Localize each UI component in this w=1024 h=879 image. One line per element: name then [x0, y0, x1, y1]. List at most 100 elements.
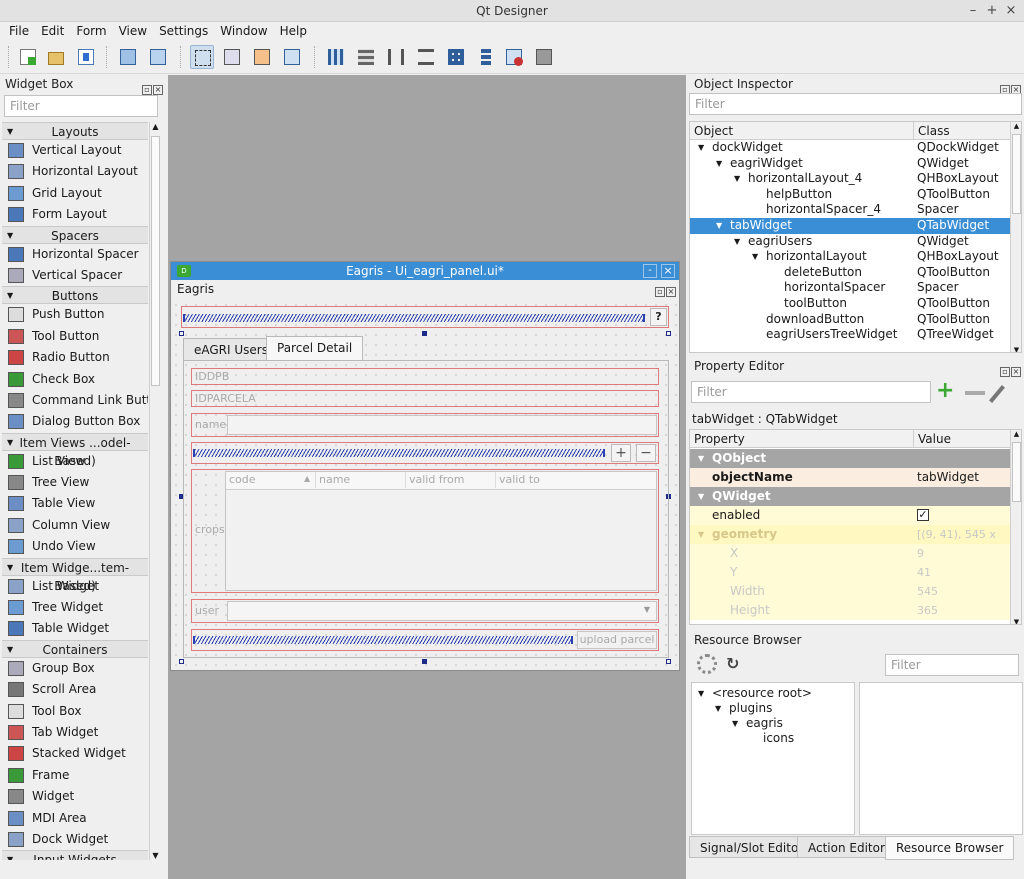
- lay-out-vertical-splitter-icon[interactable]: [414, 45, 438, 69]
- property-row-width[interactable]: Width 545: [690, 582, 1010, 601]
- widget-item-tab-widget[interactable]: Tab Widget: [2, 722, 148, 743]
- widget-item-tree-widget[interactable]: Tree Widget: [2, 597, 148, 618]
- widget-item-horizontal-spacer[interactable]: Horizontal Spacer: [2, 244, 148, 265]
- widget-box-filter[interactable]: Filter: [4, 95, 158, 117]
- reload-icon[interactable]: ↻: [726, 654, 739, 673]
- plus-button[interactable]: +: [611, 444, 631, 462]
- object-tree-scrollbar[interactable]: ▲ ▼: [1010, 122, 1021, 352]
- col-class[interactable]: Class: [914, 122, 1011, 140]
- col-name[interactable]: name: [316, 472, 406, 488]
- category-spacers[interactable]: ▼ Spacers: [2, 225, 148, 244]
- widget-item-column-view[interactable]: Column View: [2, 515, 148, 536]
- scroll-down-icon[interactable]: ▼: [150, 851, 161, 860]
- property-value[interactable]: 365: [917, 601, 938, 620]
- expand-arrow-icon[interactable]: ▼: [716, 156, 722, 172]
- expand-arrow-icon[interactable]: ▼: [698, 525, 704, 544]
- resource-node-plugins[interactable]: ▼ plugins: [692, 701, 852, 716]
- tree-row-dockwidget[interactable]: ▼ dockWidget QDockWidget: [690, 140, 1010, 156]
- tab-signal-slot-editor[interactable]: Signal/Slot Editor: [689, 836, 815, 858]
- property-row-objectname[interactable]: objectName tabWidget: [690, 468, 1010, 487]
- scroll-up-icon[interactable]: ▲: [150, 122, 161, 134]
- edit-signals-slots-icon[interactable]: [220, 45, 244, 69]
- break-layout-icon[interactable]: [502, 45, 526, 69]
- save-form-icon[interactable]: [74, 45, 98, 69]
- widget-item-undo-view[interactable]: Undo View: [2, 536, 148, 557]
- widget-item-push-button[interactable]: Push Button: [2, 304, 148, 325]
- widget-item-tool-button[interactable]: Tool Button: [2, 326, 148, 347]
- lay-out-horizontally-icon[interactable]: [324, 45, 348, 69]
- widget-item-group-box[interactable]: Group Box: [2, 658, 148, 679]
- category-input-widgets[interactable]: ▼ Input Widgets: [2, 850, 148, 860]
- close-icon[interactable]: ×: [153, 85, 163, 95]
- expand-arrow-icon[interactable]: ▼: [715, 701, 721, 716]
- scroll-down-icon[interactable]: ▼: [1011, 618, 1021, 624]
- remove-dynamic-property-icon[interactable]: [965, 391, 985, 395]
- scroll-up-icon[interactable]: ▲: [1011, 430, 1021, 438]
- widget-item-table-widget[interactable]: Table Widget: [2, 618, 148, 639]
- widget-item-vertical-spacer[interactable]: Vertical Spacer: [2, 265, 148, 286]
- property-value[interactable]: 9: [917, 544, 924, 563]
- property-value[interactable]: 41: [917, 563, 931, 582]
- minimize-button[interactable]: –: [964, 0, 982, 22]
- menu-file[interactable]: File: [3, 22, 35, 40]
- col-valid-from[interactable]: valid from: [406, 472, 496, 488]
- widget-item-stacked-widget[interactable]: Stacked Widget: [2, 743, 148, 764]
- scroll-thumb[interactable]: [151, 136, 160, 386]
- menu-edit[interactable]: Edit: [35, 22, 70, 40]
- adjust-size-icon[interactable]: [532, 45, 556, 69]
- object-inspector-filter[interactable]: Filter: [689, 93, 1022, 115]
- horizontal-spacer-4[interactable]: [183, 314, 645, 322]
- expand-arrow-icon[interactable]: ▼: [734, 171, 740, 187]
- widget-item-tree-view[interactable]: Tree View: [2, 472, 148, 493]
- float-icon[interactable]: ▫: [1000, 367, 1010, 377]
- property-row-height[interactable]: Height 365: [690, 601, 1010, 620]
- iddpb-field[interactable]: IDDPB: [191, 368, 659, 385]
- form-close-icon[interactable]: ×: [661, 264, 675, 278]
- widget-item-vertical-layout[interactable]: Vertical Layout: [2, 140, 148, 161]
- col-valid-to[interactable]: valid to: [496, 472, 586, 488]
- edit-tab-order-icon[interactable]: [280, 45, 304, 69]
- resource-node-eagris[interactable]: ▼ eagris: [692, 716, 852, 731]
- crops-table[interactable]: code ▲ name valid from valid to: [225, 471, 657, 591]
- name-input[interactable]: [227, 415, 657, 435]
- widget-item-frame[interactable]: Frame: [2, 765, 148, 786]
- tree-row-eagriuserstreewidget[interactable]: eagriUsersTreeWidget QTreeWidget: [690, 327, 1010, 343]
- gear-icon[interactable]: [697, 654, 717, 674]
- tree-row-horizontalspacer-4[interactable]: horizontalSpacer_4 Spacer: [690, 202, 1010, 218]
- menu-window[interactable]: Window: [214, 22, 273, 40]
- tab-parcel-detail[interactable]: Parcel Detail: [266, 336, 364, 360]
- tab-resource-browser[interactable]: Resource Browser: [885, 836, 1015, 860]
- open-form-icon[interactable]: [44, 45, 68, 69]
- expand-arrow-icon[interactable]: ▼: [698, 487, 704, 506]
- tree-row-horizontalspacer[interactable]: horizontalSpacer Spacer: [690, 280, 1010, 296]
- horizontal-spacer[interactable]: [193, 449, 605, 457]
- tree-row-toolbutton[interactable]: toolButton QToolButton: [690, 296, 1010, 312]
- category-layouts[interactable]: ▼ Layouts: [2, 122, 148, 140]
- lay-out-vertically-icon[interactable]: [354, 45, 378, 69]
- expand-arrow-icon[interactable]: ▼: [752, 249, 758, 265]
- category-containers[interactable]: ▼ Containers: [2, 639, 148, 658]
- menu-view[interactable]: View: [113, 22, 153, 40]
- edit-widgets-icon[interactable]: [190, 45, 214, 69]
- widget-item-dock-widget[interactable]: Dock Widget: [2, 829, 148, 850]
- category-buttons[interactable]: ▼ Buttons: [2, 286, 148, 305]
- form-window[interactable]: D Eagris - Ui_eagri_panel.ui* - × Eagris…: [170, 261, 680, 671]
- menu-form[interactable]: Form: [70, 22, 112, 40]
- send-to-back-icon[interactable]: [116, 45, 140, 69]
- tree-row-deletebutton[interactable]: deleteButton QToolButton: [690, 265, 1010, 281]
- col-code[interactable]: code: [226, 472, 316, 488]
- float-icon[interactable]: ▫: [142, 85, 152, 95]
- property-value[interactable]: ✓: [917, 509, 929, 521]
- widget-item-mdi-area[interactable]: MDI Area: [2, 808, 148, 829]
- property-row-qwidget[interactable]: ▼ QWidget: [690, 487, 1010, 506]
- tree-row-helpbutton[interactable]: helpButton QToolButton: [690, 187, 1010, 203]
- tree-row-eagriusers[interactable]: ▼ eagriUsers QWidget: [690, 234, 1010, 250]
- property-filter[interactable]: Filter: [691, 381, 931, 403]
- maximize-button[interactable]: +: [983, 0, 1001, 22]
- expand-arrow-icon[interactable]: ▼: [698, 449, 704, 468]
- widget-item-tool-box[interactable]: Tool Box: [2, 701, 148, 722]
- widget-item-command-link-button[interactable]: Command Link Button: [2, 390, 148, 411]
- property-row-y[interactable]: Y 41: [690, 563, 1010, 582]
- upload-spacer[interactable]: [193, 636, 573, 644]
- tree-row-tabwidget[interactable]: ▼ tabWidget QTabWidget: [690, 218, 1010, 234]
